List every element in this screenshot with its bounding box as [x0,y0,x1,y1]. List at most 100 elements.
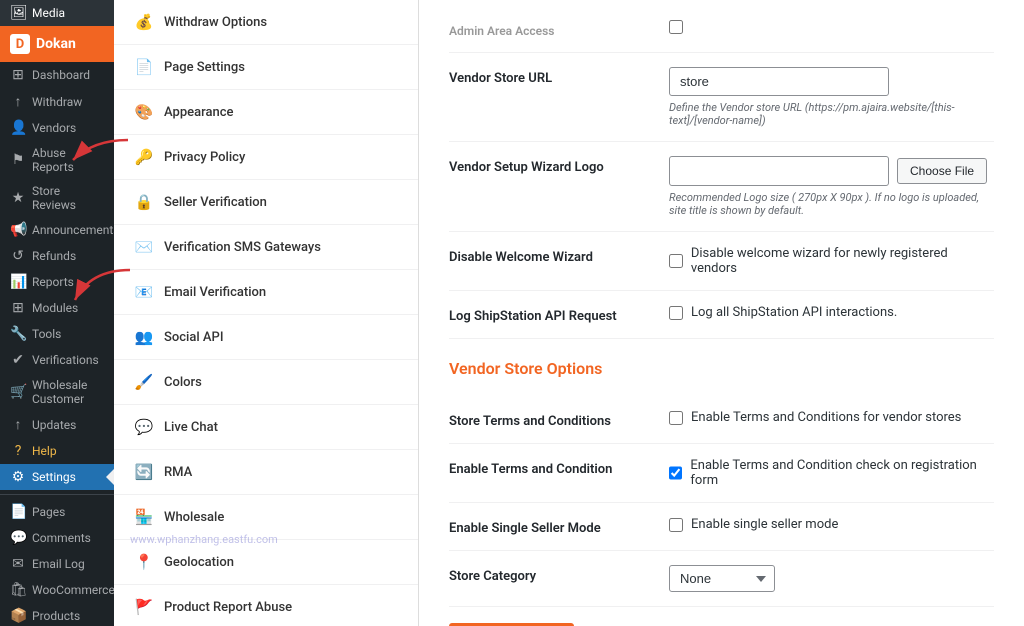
reports-icon: 📊 [10,274,26,290]
dokan-menu-withdraw-options[interactable]: 💰 Withdraw Options [114,0,418,45]
dokan-appearance-icon: 🎨 [134,102,154,122]
sidebar-item-products[interactable]: 📦 Products [0,603,114,626]
dokan-menu-live-chat[interactable]: 💬 Live Chat [114,405,418,450]
store-reviews-icon: ★ [10,190,26,206]
dokan-settings-sidebar: 💰 Withdraw Options 📄 Page Settings 🎨 App… [114,0,419,626]
sidebar-item-wholesale-customer[interactable]: 🛒 Wholesale Customer [0,373,114,411]
log-shipstation-field: Log all ShipStation API interactions. [669,305,994,320]
sidebar-item-pages[interactable]: 📄 Pages [0,499,114,525]
dokan-menu-privacy-policy[interactable]: 🔑 Privacy Policy [114,135,418,180]
sidebar-item-announcements[interactable]: 📢 Announcements [0,217,114,243]
enable-terms-checkbox[interactable] [669,466,682,480]
sidebar-item-email-log[interactable]: ✉ Email Log [0,551,114,577]
enable-terms-label: Enable Terms and Condition [449,458,649,477]
vendor-setup-wizard-logo-row: Vendor Setup Wizard Logo Choose File Rec… [449,142,994,232]
email-verification-icon: 📧 [134,282,154,302]
store-terms-row: Store Terms and Conditions Enable Terms … [449,396,994,444]
dokan-menu-appearance[interactable]: 🎨 Appearance [114,90,418,135]
vendor-store-options-heading: Vendor Store Options [449,359,994,384]
log-shipstation-check-label[interactable]: Log all ShipStation API interactions. [691,305,897,320]
dokan-menu-seller-verification[interactable]: 🔒 Seller Verification [114,180,418,225]
sidebar-item-reports[interactable]: 📊 Reports [0,269,114,295]
file-input-box [669,156,889,186]
main-content-area: Admin Area Access Vendor Store URL Defin… [419,0,1024,626]
vendor-store-url-input[interactable] [669,67,889,96]
abuse-icon: ⚑ [10,152,26,168]
enable-single-seller-label: Enable Single Seller Mode [449,517,649,536]
dokan-menu-product-report-abuse[interactable]: 🚩 Product Report Abuse [114,585,418,626]
sidebar-item-help[interactable]: ? Help [0,438,114,464]
vendor-setup-wizard-logo-field: Choose File Recommended Logo size ( 270p… [669,156,994,217]
sidebar-item-vendors[interactable]: 👤 Vendors [0,115,114,141]
sidebar-item-refunds[interactable]: ↺ Refunds [0,243,114,269]
products-icon: 📦 [10,608,26,624]
sidebar-item-updates[interactable]: ↑ Updates [0,411,114,438]
sidebar-item-media[interactable]: 🖼 Media [0,0,114,26]
announcements-icon: 📢 [10,222,26,238]
disable-welcome-wizard-check-label[interactable]: Disable welcome wizard for newly registe… [691,246,994,276]
settings-arrow [106,469,114,485]
log-shipstation-checkbox-row: Log all ShipStation API interactions. [669,305,994,320]
withdraw-options-icon: 💰 [134,12,154,32]
tools-icon: 🔧 [10,326,26,342]
enable-single-seller-checkbox[interactable] [669,518,683,532]
log-shipstation-row: Log ShipStation API Request Log all Ship… [449,291,994,339]
wp-admin-sidebar: 🖼 Media D Dokan ⊞ Dashboard ↑ Withdraw 👤… [0,0,114,626]
product-report-abuse-icon: 🚩 [134,597,154,617]
disable-welcome-wizard-label: Disable Welcome Wizard [449,246,649,265]
pages-icon: 📄 [10,504,26,520]
sidebar-item-dashboard[interactable]: ⊞ Dashboard [0,62,114,88]
admin-area-access-checkbox[interactable] [669,20,683,34]
store-terms-checkbox[interactable] [669,411,683,425]
store-category-label: Store Category [449,565,649,584]
dokan-menu-rma[interactable]: 🔄 RMA [114,450,418,495]
vendors-icon: 👤 [10,120,26,136]
enable-terms-check-label[interactable]: Enable Terms and Condition check on regi… [690,458,994,488]
dokan-menu-geolocation[interactable]: 📍 Geolocation [114,540,418,585]
store-category-row: Store Category None Category A Category … [449,551,994,607]
sidebar-item-woocommerce[interactable]: 🛍 WooCommerce [0,577,114,603]
sidebar-item-withdraw[interactable]: ↑ Withdraw [0,88,114,115]
sidebar-item-comments[interactable]: 💬 Comments [0,525,114,551]
choose-file-button[interactable]: Choose File [897,158,987,184]
file-input-row: Choose File [669,156,994,186]
live-chat-icon: 💬 [134,417,154,437]
vendor-setup-wizard-logo-desc: Recommended Logo size ( 270px X 90px ). … [669,191,994,217]
dokan-menu-social-api[interactable]: 👥 Social API [114,315,418,360]
refunds-icon: ↺ [10,248,26,264]
store-category-select[interactable]: None Category A Category B [669,565,775,592]
verification-sms-icon: ✉️ [134,237,154,257]
disable-welcome-wizard-checkbox[interactable] [669,254,683,268]
sidebar-item-settings[interactable]: ⚙ Settings [0,464,114,490]
disable-welcome-wizard-field: Disable welcome wizard for newly registe… [669,246,994,276]
enable-terms-checkbox-row: Enable Terms and Condition check on regi… [669,458,994,488]
log-shipstation-checkbox[interactable] [669,306,683,320]
comments-icon: 💬 [10,530,26,546]
dokan-menu-verification-sms[interactable]: ✉️ Verification SMS Gateways [114,225,418,270]
dokan-menu-page-settings[interactable]: 📄 Page Settings [114,45,418,90]
sidebar-item-abuse-reports[interactable]: ⚑ Abuse Reports [0,141,114,179]
vendor-store-url-field: Define the Vendor store URL (https://pm.… [669,67,994,127]
sidebar-item-modules[interactable]: ⊞ Modules [0,295,114,321]
store-terms-check-label[interactable]: Enable Terms and Conditions for vendor s… [691,410,961,425]
sidebar-item-verifications[interactable]: ✔ Verifications [0,347,114,373]
dokan-menu-email-verification[interactable]: 📧 Email Verification [114,270,418,315]
dokan-menu-colors[interactable]: 🖌️ Colors [114,360,418,405]
enable-single-seller-field: Enable single seller mode [669,517,994,532]
vendor-store-url-label: Vendor Store URL [449,67,649,86]
dokan-menu-wholesale[interactable]: 🏪 Wholesale [114,495,418,540]
social-api-icon: 👥 [134,327,154,347]
page-settings-icon: 📄 [134,57,154,77]
enable-single-seller-checkbox-row: Enable single seller mode [669,517,994,532]
sidebar-item-tools[interactable]: 🔧 Tools [0,321,114,347]
vendor-store-url-row: Vendor Store URL Define the Vendor store… [449,53,994,142]
vendor-store-url-desc: Define the Vendor store URL (https://pm.… [669,101,994,127]
dokan-brand[interactable]: D Dokan [0,26,114,62]
enable-terms-field: Enable Terms and Condition check on regi… [669,458,994,488]
store-terms-label: Store Terms and Conditions [449,410,649,429]
store-category-field: None Category A Category B [669,565,994,592]
enable-single-seller-check-label[interactable]: Enable single seller mode [691,517,838,532]
log-shipstation-label: Log ShipStation API Request [449,305,649,324]
sidebar-item-store-reviews[interactable]: ★ Store Reviews [0,179,114,217]
woocommerce-icon: 🛍 [10,582,26,598]
